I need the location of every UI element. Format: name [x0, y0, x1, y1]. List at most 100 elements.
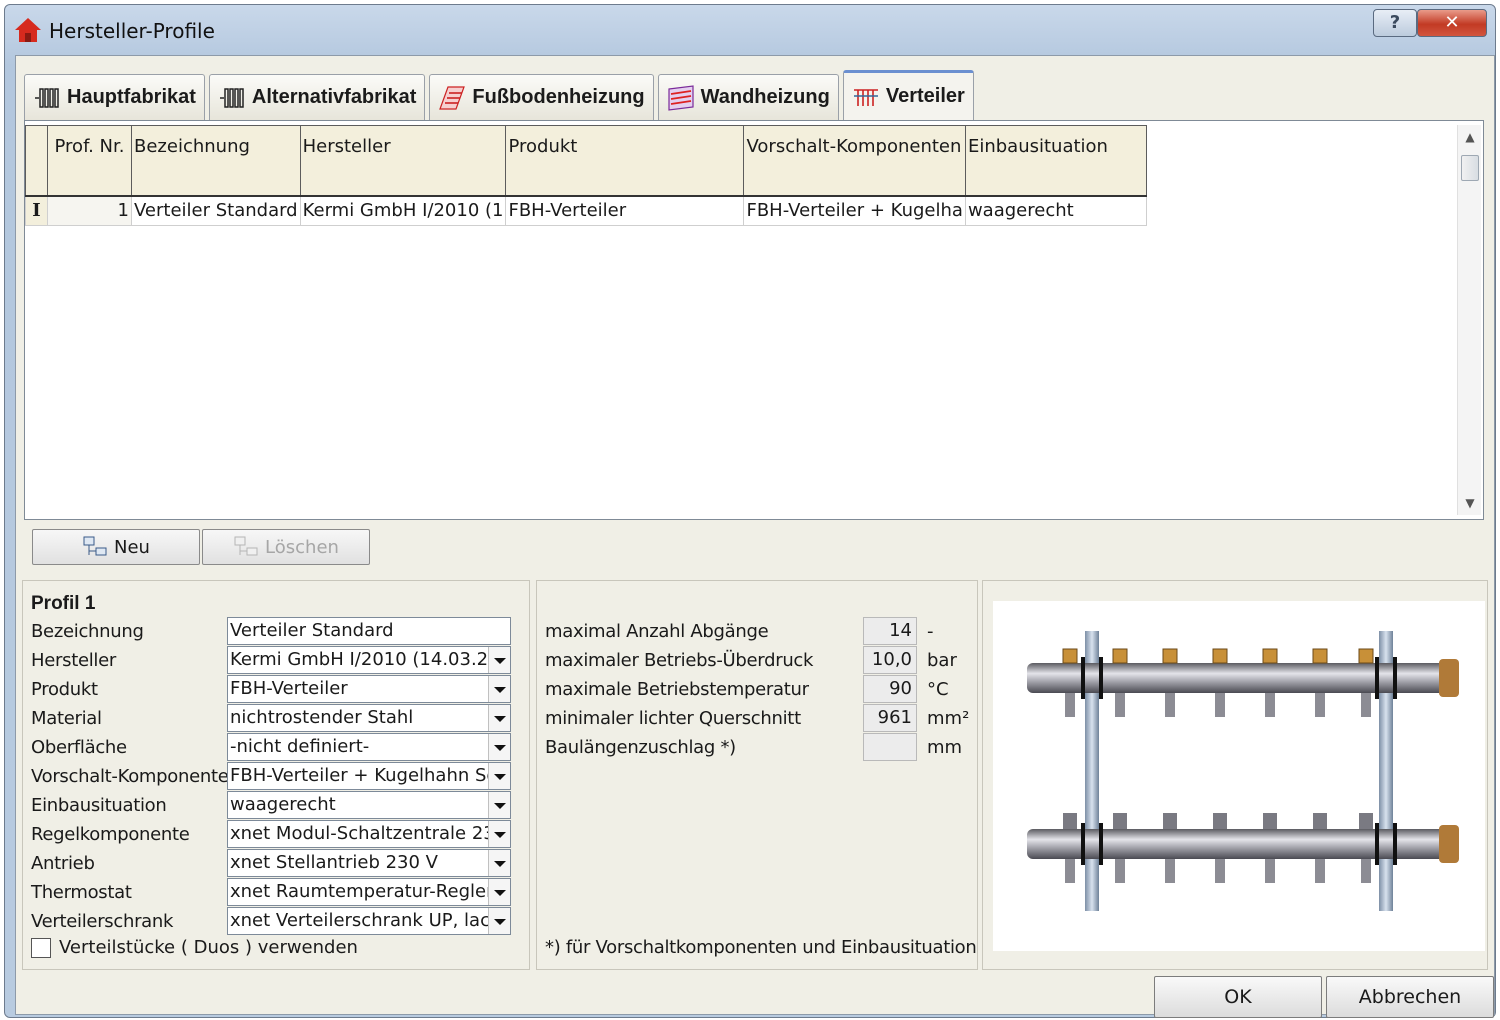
column-header[interactable]: Prof. Nr. [47, 125, 132, 197]
chevron-down-icon[interactable] [488, 792, 510, 818]
field-label: Einbausituation [31, 795, 167, 816]
column-header[interactable]: Bezeichnung [131, 125, 301, 197]
profile-panel: Profil 1 Bezeichnung Verteiler Standard … [22, 580, 530, 970]
thermostat-select[interactable]: xnet Raumtemperatur-Regler K [227, 878, 511, 906]
wall-heating-icon [667, 84, 694, 111]
field-label: Hersteller [31, 650, 116, 671]
spec-value: 14 [863, 617, 917, 645]
material-select[interactable]: nichtrostender Stahl [227, 704, 511, 732]
duos-checkbox-row[interactable]: Verteilstücke ( Duos ) verwenden [31, 937, 358, 958]
spec-row: minimaler lichter Querschnitt 961 mm² [545, 704, 975, 733]
select-value: Kermi GmbH I/2010 (14.03.20: [230, 649, 506, 670]
profiles-grid[interactable]: Prof. Nr. Bezeichnung Hersteller Produkt… [24, 120, 1484, 520]
chevron-down-icon[interactable] [488, 734, 510, 760]
product-image [993, 601, 1485, 951]
help-button[interactable]: ? [1373, 9, 1417, 37]
spec-value: 961 [863, 704, 917, 732]
select-value: FBH-Verteiler [230, 678, 348, 699]
spec-row: Baulängenzuschlag *) mm [545, 733, 975, 762]
field-label: Antrieb [31, 853, 95, 874]
tab-verteiler[interactable]: Verteiler [842, 70, 974, 120]
cell-nr[interactable]: 1 [47, 195, 132, 226]
tab-label: Fußbodenheizung [472, 86, 645, 108]
cell-hersteller[interactable]: Kermi GmbH I/2010 (1 [299, 195, 507, 226]
grid-toolbar: Neu Löschen [32, 529, 370, 565]
spec-label: minimaler lichter Querschnitt [545, 708, 801, 729]
produkt-select[interactable]: FBH-Verteiler [227, 675, 511, 703]
spec-row: maximale Betriebstemperatur 90 °C [545, 675, 975, 704]
chevron-down-icon[interactable] [488, 763, 510, 789]
row-indicator-header [25, 125, 48, 197]
chevron-down-icon[interactable] [488, 676, 510, 702]
delete-button-label: Löschen [265, 536, 339, 558]
profiles-table: Prof. Nr. Bezeichnung Hersteller Produkt… [25, 125, 1147, 226]
spec-label: maximal Anzahl Abgänge [545, 621, 769, 642]
scroll-up-icon[interactable]: ▲ [1458, 125, 1482, 149]
cell-produkt[interactable]: FBH-Verteiler [505, 195, 745, 226]
select-value: xnet Modul-Schaltzentrale 230 [230, 823, 507, 844]
chevron-down-icon[interactable] [488, 647, 510, 673]
spec-unit: - [927, 621, 934, 642]
verteilerschrank-select[interactable]: xnet Verteilerschrank UP, lackie [227, 907, 511, 935]
table-header-row: Prof. Nr. Bezeichnung Hersteller Produkt… [25, 125, 1147, 197]
field-row-verteilerschrank: Verteilerschrank xnet Verteilerschrank U… [31, 907, 521, 936]
profile-title: Profil 1 [31, 593, 96, 614]
column-header[interactable]: Einbausituation [964, 125, 1147, 197]
column-header[interactable]: Vorschalt-Komponenten [743, 125, 966, 197]
bezeichnung-input[interactable]: Verteiler Standard [227, 617, 511, 645]
vorschalt-select[interactable]: FBH-Verteiler + Kugelhahn Set [227, 762, 511, 790]
chevron-down-icon[interactable] [488, 850, 510, 876]
column-header[interactable]: Hersteller [299, 125, 507, 197]
hersteller-select[interactable]: Kermi GmbH I/2010 (14.03.20: [227, 646, 511, 674]
tab-fussbodenheizung[interactable]: Fußbodenheizung [429, 74, 654, 120]
row-indicator[interactable]: I [25, 195, 48, 226]
vertical-scrollbar[interactable]: ▲ ▼ [1457, 125, 1481, 515]
chevron-down-icon[interactable] [488, 879, 510, 905]
tab-hauptfabrikat[interactable]: Hauptfabrikat [24, 74, 205, 120]
field-row-vorschalt: Vorschalt-Komponenten FBH-Verteiler + Ku… [31, 762, 521, 791]
select-value: xnet Verteilerschrank UP, lackie [230, 910, 511, 931]
chevron-down-icon[interactable] [488, 821, 510, 847]
footnote: *) für Vorschaltkomponenten und Einbausi… [545, 937, 977, 958]
spec-unit: mm [927, 737, 963, 758]
select-value: xnet Raumtemperatur-Regler K [230, 881, 511, 902]
ok-button[interactable]: OK [1154, 976, 1322, 1018]
chevron-down-icon[interactable] [488, 908, 510, 934]
close-button[interactable]: ✕ [1417, 9, 1487, 37]
specs-panel: maximal Anzahl Abgänge 14 - maximaler Be… [536, 580, 978, 970]
dialog-client-area: Hauptfabrikat Alternativfabrikat Fußbode… [15, 55, 1495, 1018]
product-image-panel [982, 580, 1488, 970]
antrieb-select[interactable]: xnet Stellantrieb 230 V [227, 849, 511, 877]
field-label: Vorschalt-Komponenten [31, 766, 240, 787]
spec-unit: mm² [927, 708, 970, 729]
spec-value [863, 733, 917, 761]
select-value: -nicht definiert- [230, 736, 370, 757]
scroll-thumb[interactable] [1461, 155, 1479, 181]
field-label: Oberfläche [31, 737, 127, 758]
cell-bezeichnung[interactable]: Verteiler Standard [131, 195, 301, 226]
field-label: Regelkomponente [31, 824, 190, 845]
tab-wandheizung[interactable]: Wandheizung [657, 74, 839, 120]
spec-value: 90 [863, 675, 917, 703]
scroll-down-icon[interactable]: ▼ [1458, 491, 1482, 515]
einbau-select[interactable]: waagerecht [227, 791, 511, 819]
title-bar[interactable]: Hersteller-Profile ? ✕ [5, 5, 1495, 53]
column-header[interactable]: Produkt [505, 125, 745, 197]
cell-einbau[interactable]: waagerecht [964, 195, 1147, 226]
field-label: Thermostat [31, 882, 132, 903]
new-button[interactable]: Neu [32, 529, 200, 565]
select-value: waagerecht [230, 794, 336, 815]
field-label: Verteilerschrank [31, 911, 174, 932]
duos-checkbox[interactable] [31, 937, 51, 958]
chevron-down-icon[interactable] [488, 705, 510, 731]
delete-button[interactable]: Löschen [202, 529, 370, 565]
field-row-bezeichnung: Bezeichnung Verteiler Standard [31, 617, 521, 646]
radiator-icon [35, 87, 59, 108]
oberflaeche-select[interactable]: -nicht definiert- [227, 733, 511, 761]
cancel-button[interactable]: Abbrechen [1326, 976, 1494, 1018]
regelkomponente-select[interactable]: xnet Modul-Schaltzentrale 230 [227, 820, 511, 848]
table-row[interactable]: I 1 Verteiler Standard Kermi GmbH I/2010… [25, 195, 1147, 226]
select-value: nichtrostender Stahl [230, 707, 414, 728]
tab-alternativfabrikat[interactable]: Alternativfabrikat [208, 74, 426, 120]
cell-vorschalt[interactable]: FBH-Verteiler + Kugelha [743, 195, 966, 226]
